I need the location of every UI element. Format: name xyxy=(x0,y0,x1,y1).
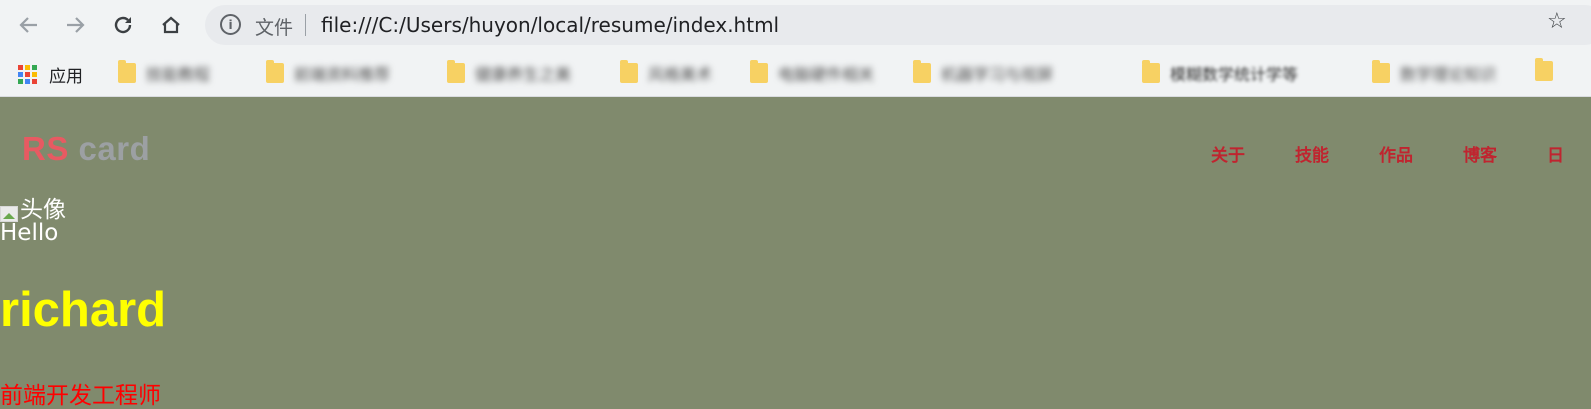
folder-icon xyxy=(1142,60,1160,83)
logo-rs: RS xyxy=(22,130,69,167)
nav-journal[interactable]: 日 xyxy=(1547,141,1564,166)
browser-toolbar: i 文件 file:///C:/Users/huyon/local/resume… xyxy=(0,0,1591,50)
bookmark-label: 技能教程 xyxy=(146,65,211,84)
folder-icon xyxy=(447,60,465,83)
greeting: Hello xyxy=(0,220,59,246)
profile-name: richard xyxy=(0,283,167,337)
apps-dot xyxy=(32,79,37,84)
nav-about[interactable]: 关于 xyxy=(1211,141,1245,166)
bookmark-label: 数学理论知识 xyxy=(1400,65,1497,84)
nav-works[interactable]: 作品 xyxy=(1379,141,1413,166)
bookmark-folder[interactable]: 风格美术 xyxy=(620,60,713,85)
bookmark-folder[interactable]: 前端资料推荐 xyxy=(266,60,391,85)
apps-dot xyxy=(25,72,30,77)
apps-dot xyxy=(18,65,23,70)
bookmarks-bar: 应用 技能教程 前端资料推荐 健康养生之美 风格美术 电脑硬件相关 机器学习与视… xyxy=(0,50,1591,97)
bookmark-folder[interactable]: 模糊数学统计学等 xyxy=(1142,60,1299,85)
site-logo[interactable]: RS card xyxy=(22,130,150,168)
address-separator xyxy=(305,14,306,36)
reload-icon[interactable] xyxy=(106,8,140,42)
apps-dot xyxy=(32,72,37,77)
bookmark-folder[interactable]: 机器学习与视屏 xyxy=(913,60,1054,85)
info-icon[interactable]: i xyxy=(220,14,241,35)
scheme-label: 文件 xyxy=(255,17,294,39)
folder-icon xyxy=(1372,60,1390,83)
folder-icon xyxy=(118,60,136,83)
nav-skills[interactable]: 技能 xyxy=(1295,141,1329,166)
apps-grid-icon xyxy=(18,65,37,84)
nav-blog[interactable]: 博客 xyxy=(1463,141,1497,166)
url-text[interactable]: file:///C:/Users/huyon/local/resume/inde… xyxy=(321,13,779,37)
bookmark-label: 风格美术 xyxy=(648,65,713,84)
logo-card: card xyxy=(78,130,151,167)
folder-icon xyxy=(1535,58,1553,81)
home-icon[interactable] xyxy=(154,8,188,42)
bookmark-label: 机器学习与视屏 xyxy=(941,65,1054,84)
folder-icon xyxy=(750,60,768,83)
bookmark-label: 电脑硬件相关 xyxy=(778,65,875,84)
top-navigation: 关于 技能 作品 博客 日 xyxy=(1211,141,1564,166)
address-bar[interactable]: i 文件 file:///C:/Users/huyon/local/resume… xyxy=(205,5,1591,45)
star-icon[interactable]: ☆ xyxy=(1547,9,1567,34)
apps-dot xyxy=(18,79,23,84)
bookmark-label: 健康养生之美 xyxy=(475,65,572,84)
avatar-alt-text: 头像 xyxy=(20,197,66,223)
bookmark-folder[interactable]: 电脑硬件相关 xyxy=(750,60,875,85)
apps-label: 应用 xyxy=(49,67,83,87)
avatar: 头像 xyxy=(0,190,66,224)
back-arrow-icon[interactable] xyxy=(12,8,46,42)
apps-dot xyxy=(32,65,37,70)
forward-arrow-icon[interactable] xyxy=(58,8,92,42)
bookmark-label: 前端资料推荐 xyxy=(294,65,391,84)
folder-icon xyxy=(620,60,638,83)
bookmark-folder[interactable]: 技能教程 xyxy=(118,60,211,85)
bookmark-label: 模糊数学统计学等 xyxy=(1170,65,1299,84)
apps-dot xyxy=(25,65,30,70)
profile-role: 前端开发工程师 xyxy=(0,383,161,409)
bookmark-folder[interactable] xyxy=(1535,58,1563,81)
apps-shortcut[interactable]: 应用 xyxy=(18,62,83,87)
folder-icon xyxy=(266,60,284,83)
apps-dot xyxy=(18,72,23,77)
bookmark-folder[interactable]: 健康养生之美 xyxy=(447,60,572,85)
folder-icon xyxy=(913,60,931,83)
bookmark-folder[interactable]: 数学理论知识 xyxy=(1372,60,1497,85)
apps-dot xyxy=(25,79,30,84)
